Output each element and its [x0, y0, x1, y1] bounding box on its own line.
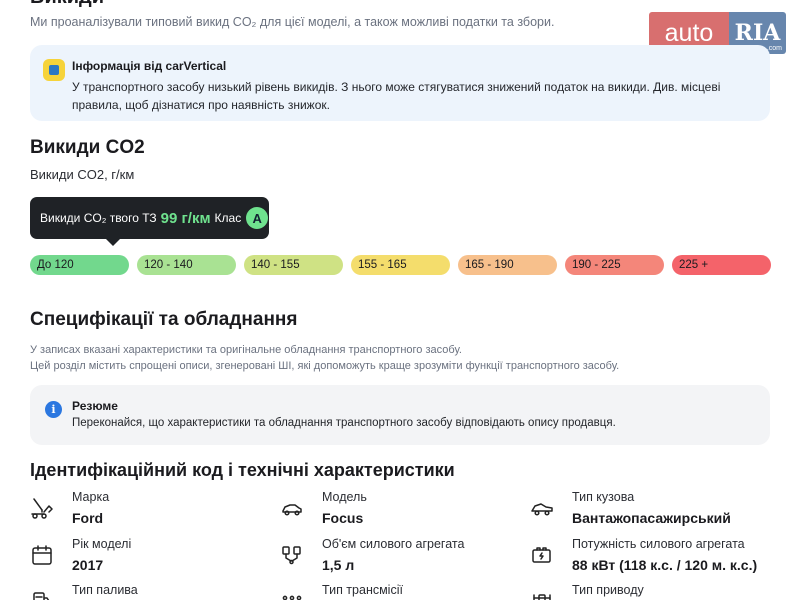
watermark-com: .com [766, 45, 782, 52]
co2-scale-segment: 165 - 190 [458, 255, 557, 275]
power-value: 88 кВт (118 к.с. / 120 м. к.с.) [572, 557, 758, 573]
engine-volume-value: 1,5 л [322, 557, 355, 573]
co2-scale-segment: 190 - 225 [565, 255, 664, 275]
model-value: Focus [322, 510, 364, 526]
co2-scale-segment: 155 - 165 [351, 255, 450, 275]
co2-heading: Викиди CO2 [30, 137, 145, 158]
specs-description: У записах вказані характеристики та ориг… [30, 342, 619, 374]
engine-pistons-icon [282, 546, 301, 565]
info-card-text: У транспортного засобу низький рівень ви… [72, 80, 721, 112]
carvertical-info-card: Інформація від carVertical У транспортно… [30, 45, 770, 121]
car-icon [282, 504, 302, 516]
tooltip-prefix: Викиди CO₂ твого ТЗ [40, 211, 157, 225]
fuel-icon [33, 592, 50, 600]
specs-description-line-1: У записах вказані характеристики та ориг… [30, 344, 462, 356]
engine-volume-label: Об'єм силового агрегата [322, 537, 465, 551]
emission-class-badge: A [246, 207, 269, 229]
co2-scale-segment: 140 - 155 [244, 255, 343, 275]
model-year-label: Рік моделі [72, 537, 132, 551]
co2-scale-segment: До 120 [30, 255, 129, 275]
tow-truck-icon [31, 498, 53, 519]
section-title-emissions: Викиди [30, 0, 104, 9]
tooltip-class-label: Клас [214, 211, 242, 225]
co2-scale-segment: 120 - 140 [137, 255, 236, 275]
drive-type-label: Тип приводу [572, 583, 644, 597]
resume-card: i Резюме Переконайся, що характеристики … [30, 385, 770, 445]
co2-scale-segment: 225 + [672, 255, 771, 275]
drive-axle-icon [533, 594, 551, 600]
make-label: Марка [72, 490, 110, 504]
tooltip-co2-value: 99 г/км [160, 209, 211, 227]
watermark-ria-text: RIA [734, 20, 781, 46]
co2-tooltip: Викиди CO₂ твого ТЗ 99 г/км Клас A [30, 197, 269, 246]
info-card-title: Інформація від carVertical [72, 59, 227, 73]
specs-heading: Специфікації та обладнання [30, 309, 298, 330]
transmission-label: Тип трансмісії [322, 583, 403, 597]
carvertical-logo-icon [43, 59, 65, 81]
resume-title: Резюме [72, 399, 118, 413]
body-type-label: Тип кузова [572, 490, 635, 504]
specs-description-line-2: Цей розділ містить спрощені описи, згене… [30, 360, 620, 372]
fuel-type-label: Тип палива [72, 583, 138, 597]
resume-text: Переконайся, що характеристики та обладн… [72, 417, 616, 429]
identification-heading: Ідентифікаційний код і технічні характер… [30, 460, 455, 480]
co2-scale: До 120 120 - 140 140 - 155 155 - 165 165 - 1… [30, 255, 771, 275]
emissions-intro: Ми проаналізували типовий викид CO₂ для … [30, 15, 555, 29]
co2-unit-label: Викиди CO2, г/км [30, 167, 135, 182]
body-type-value: Вантажопасажирський [572, 510, 731, 526]
power-label: Потужність силового агрегата [572, 537, 745, 551]
car-body-icon [531, 503, 553, 516]
calendar-icon [32, 545, 52, 565]
model-label: Модель [322, 490, 367, 504]
gearbox-icon [282, 595, 302, 600]
make-value: Ford [72, 510, 104, 526]
info-icon: i [45, 401, 62, 418]
model-year-value: 2017 [72, 557, 104, 573]
battery-power-icon [532, 547, 551, 563]
